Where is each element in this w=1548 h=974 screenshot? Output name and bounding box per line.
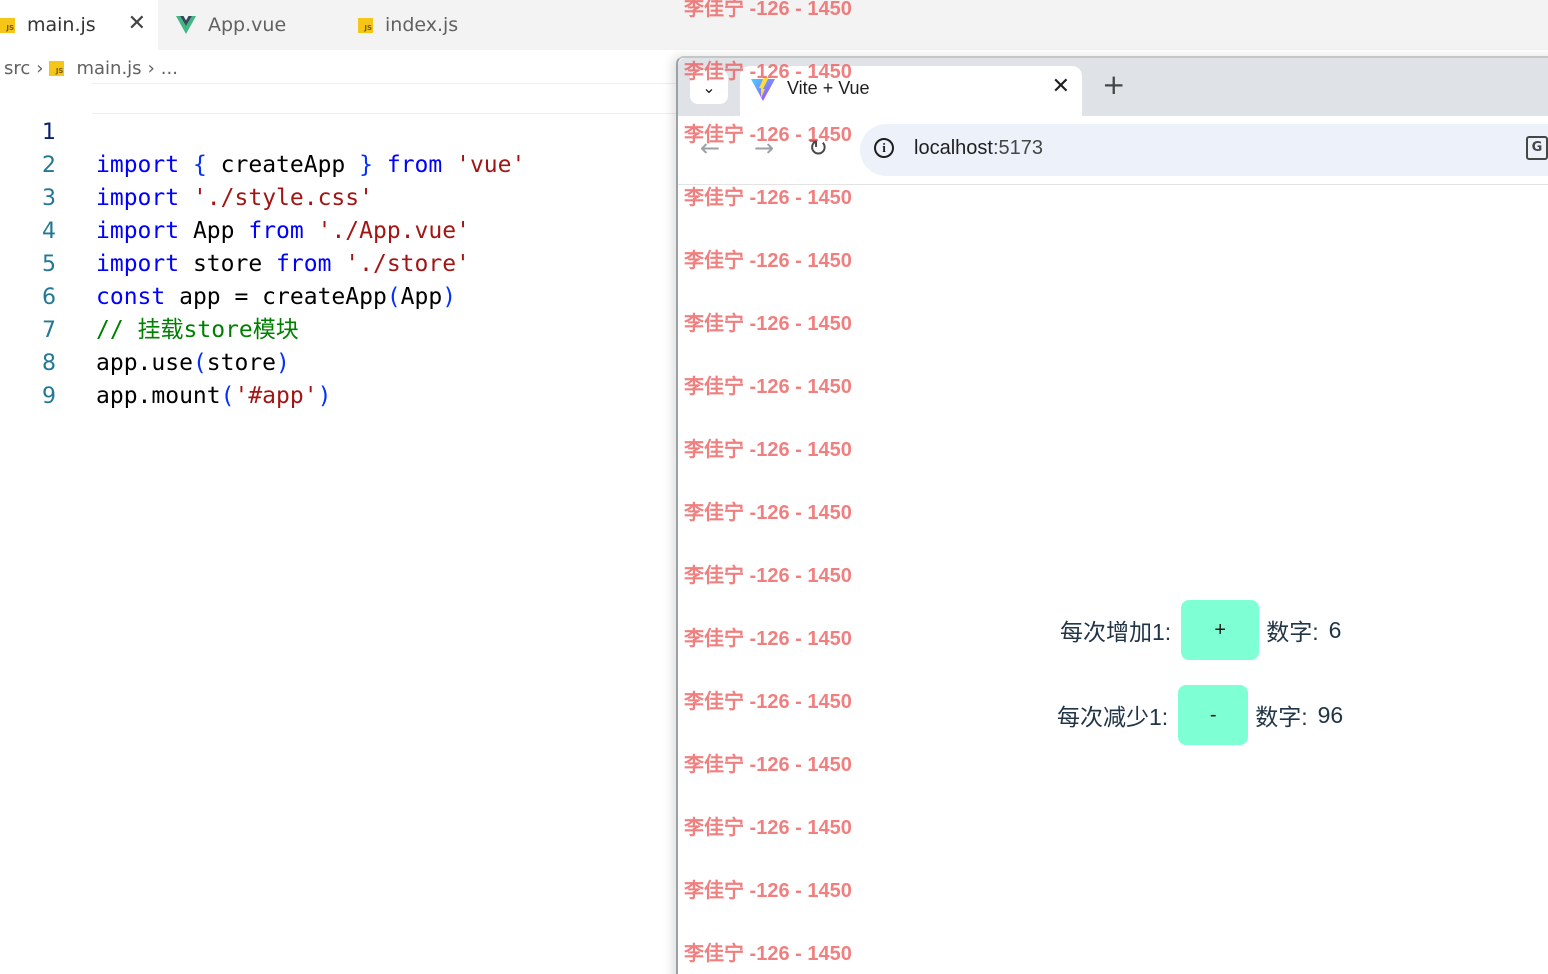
- code-line[interactable]: 8 app.mount('#app'): [0, 314, 331, 409]
- code-line[interactable]: 5 const app = createApp(App): [0, 215, 456, 310]
- code-line[interactable]: 2 import './style.css': [0, 116, 373, 211]
- js-file-icon: JS: [358, 17, 373, 33]
- code-text: app.mount('#app'): [96, 383, 332, 409]
- vite-logo-icon: [751, 77, 775, 101]
- js-file-icon: JS: [49, 60, 65, 76]
- close-icon[interactable]: ✕: [128, 12, 146, 36]
- new-tab-button[interactable]: +: [1102, 70, 1125, 100]
- decrement-value-label: 数字:: [1255, 704, 1308, 730]
- code-line[interactable]: 6 // 挂载store模块: [0, 248, 299, 343]
- code-comment: // 挂载store模块: [96, 317, 299, 343]
- increment-label: 每次增加1:: [1060, 619, 1172, 645]
- tab-label: index.js: [385, 14, 459, 36]
- chevron-right-icon: ›: [36, 57, 44, 79]
- chevron-down-icon: ⌄: [702, 77, 716, 97]
- browser-tab-strip: ⌄ Vite + Vue ✕ +: [678, 58, 1548, 116]
- translate-icon[interactable]: G: [1526, 136, 1548, 160]
- browser-tab-title: Vite + Vue: [787, 78, 870, 98]
- increment-button[interactable]: +: [1181, 600, 1260, 660]
- decrement-label: 每次减少1:: [1057, 704, 1169, 730]
- code-line[interactable]: 1 import { createApp } from 'vue': [0, 83, 525, 178]
- url-text: localhost:5173: [914, 137, 1043, 159]
- screen: JS main.js ✕ App.vue JS index.js src › J…: [0, 0, 1548, 974]
- increment-row: 每次增加1: + 数字: 6: [1060, 600, 1341, 660]
- code-line[interactable]: 7 app.use(store): [0, 281, 290, 376]
- code-text: import './style.css': [96, 185, 373, 211]
- tab-index-js[interactable]: JS index.js: [338, 0, 518, 50]
- js-file-icon: JS: [0, 17, 15, 33]
- breadcrumb-file[interactable]: main.js: [76, 58, 141, 79]
- tab-label: App.vue: [208, 14, 287, 36]
- code-text: import App from './App.vue': [96, 218, 470, 244]
- browser-toolbar: ← → ↻ i localhost:5173 G: [678, 116, 1548, 185]
- tab-main-js[interactable]: JS main.js ✕: [0, 0, 158, 50]
- site-info-icon[interactable]: i: [874, 138, 894, 158]
- decrement-value: 96: [1317, 701, 1344, 728]
- browser-window: ⌄ Vite + Vue ✕ + ← → ↻ i localhost:5173 …: [676, 56, 1548, 974]
- decrement-row: 每次减少1: - 数字: 96: [1057, 685, 1343, 745]
- code-line[interactable]: 9: [0, 347, 83, 409]
- chevron-right-icon: ›: [147, 57, 155, 79]
- increment-value-label: 数字:: [1266, 619, 1319, 645]
- code-text: import { createApp } from 'vue': [96, 152, 526, 178]
- editor-tab-bar: JS main.js ✕ App.vue JS index.js: [0, 0, 1548, 50]
- address-bar[interactable]: i localhost:5173 G: [860, 124, 1548, 176]
- code-line[interactable]: 4 import store from './store': [0, 182, 470, 277]
- line-number: 9: [42, 384, 56, 409]
- breadcrumb-folder[interactable]: src: [4, 58, 30, 79]
- decrement-button[interactable]: -: [1178, 685, 1249, 745]
- tab-label: main.js: [27, 14, 96, 36]
- tab-search-button[interactable]: ⌄: [690, 70, 728, 104]
- increment-value: 6: [1328, 616, 1342, 643]
- vue-file-icon: [176, 16, 196, 34]
- breadcrumb-more[interactable]: ...: [161, 58, 178, 79]
- current-line-highlight: [92, 83, 692, 114]
- tab-app-vue[interactable]: App.vue: [158, 0, 338, 50]
- browser-tab[interactable]: Vite + Vue ✕: [740, 66, 1082, 116]
- code-text: const app = createApp(App): [96, 284, 457, 310]
- page-viewport: [678, 185, 1548, 974]
- close-icon[interactable]: ✕: [1052, 74, 1070, 99]
- code-text: import store from './store': [96, 251, 470, 277]
- forward-arrow-icon[interactable]: →: [754, 134, 774, 162]
- code-text: app.use(store): [96, 350, 290, 376]
- reload-icon[interactable]: ↻: [808, 134, 828, 162]
- back-arrow-icon[interactable]: ←: [700, 134, 720, 162]
- breadcrumb: src › JS main.js › ...: [0, 54, 178, 82]
- code-line[interactable]: 3 import App from './App.vue': [0, 149, 470, 244]
